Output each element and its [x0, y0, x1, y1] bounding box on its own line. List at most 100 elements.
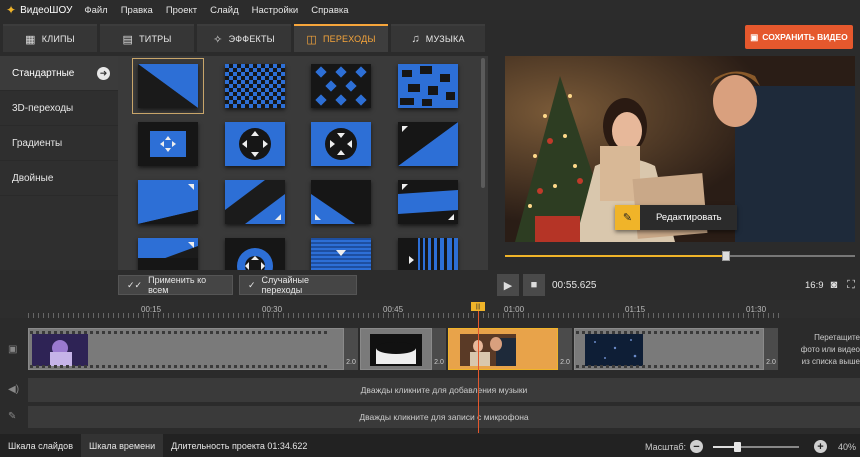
transition-thumb[interactable] — [225, 122, 285, 166]
speaker-icon: ◀) — [8, 384, 20, 395]
transition-slot[interactable]: 2.0 — [344, 328, 358, 370]
transitions-grid — [118, 56, 488, 270]
menu-edit[interactable]: Правка — [121, 5, 153, 16]
film-sprocket — [576, 365, 762, 368]
menu-project[interactable]: Проект — [166, 5, 197, 16]
pencil-icon: ✎ — [615, 205, 640, 230]
category-gradients[interactable]: Градиенты — [0, 126, 118, 161]
microphone-track[interactable]: Дважды кликните для записи с микрофона — [28, 406, 860, 428]
preview-seekbar[interactable] — [505, 251, 855, 261]
stop-icon: ■ — [530, 279, 538, 291]
mid-toolbar: ✓✓ Применить ко всем ✓ Случайные переход… — [0, 270, 860, 300]
arrow-right-icon: ➜ — [97, 66, 110, 80]
hint-line: из списка выше — [801, 357, 860, 366]
transition-thumb[interactable] — [138, 238, 198, 270]
transition-duration: 2.0 — [434, 359, 444, 366]
transition-thumb[interactable] — [132, 58, 204, 114]
category-label: Двойные — [12, 172, 54, 184]
transition-thumb[interactable] — [311, 122, 371, 166]
slides-view-button[interactable]: Шкала слайдов — [0, 434, 81, 457]
transition-thumb[interactable] — [225, 180, 285, 224]
drop-media-hint: Перетащите фото или видео из списка выше — [792, 332, 860, 368]
transition-slot[interactable]: 2.0 — [764, 328, 778, 370]
zoom-out-button[interactable]: − — [690, 440, 703, 453]
timeline-view-button[interactable]: Шкала времени — [80, 434, 164, 457]
random-transitions-button[interactable]: ✓ Случайные переходы — [239, 275, 357, 295]
clip-thumbnail — [585, 334, 643, 366]
edit-label: Редактировать — [656, 212, 722, 223]
zoom-slider-handle[interactable] — [734, 442, 742, 452]
transition-thumb[interactable] — [311, 180, 371, 224]
menu-help[interactable]: Справка — [311, 5, 348, 16]
category-3d[interactable]: 3D-переходы — [0, 91, 118, 126]
app-window: ✦ ВидеоШОУ Файл Правка Проект Слайд Наст… — [0, 0, 860, 457]
transition-thumb[interactable] — [311, 64, 371, 108]
transition-duration: 2.0 — [560, 359, 570, 366]
zoom-label: Масштаб: — [645, 442, 687, 452]
grid-scrollbar[interactable] — [481, 58, 485, 188]
transition-thumb[interactable] — [311, 238, 371, 270]
menu-file[interactable]: Файл — [84, 5, 107, 16]
music-track[interactable]: Дважды кликните для добавления музыки — [28, 378, 860, 402]
film-sprocket — [30, 331, 330, 334]
seek-handle[interactable] — [721, 251, 730, 261]
transition-thumb[interactable] — [398, 238, 458, 270]
tab-effects[interactable]: ✧ ЭФФЕКТЫ — [197, 24, 291, 52]
tab-label: ТИТРЫ — [139, 34, 172, 44]
transition-thumb[interactable] — [225, 64, 285, 108]
logo-icon: ✦ — [6, 3, 17, 17]
menu-slide[interactable]: Слайд — [210, 5, 239, 16]
apply-all-button[interactable]: ✓✓ Применить ко всем — [118, 275, 233, 295]
zoom-percent: 40% — [838, 442, 857, 452]
tab-label: МУЗЫКА — [425, 34, 465, 44]
main-tabs: ▦ КЛИПЫ ▤ ТИТРЫ ✧ ЭФФЕКТЫ ◫ ПЕРЕХОДЫ ♫ М… — [0, 24, 860, 52]
transition-icon: ◫ — [306, 33, 317, 46]
stop-button[interactable]: ■ — [523, 274, 545, 296]
transition-duration: 2.0 — [766, 359, 776, 366]
menu-bar: ✦ ВидеоШОУ Файл Правка Проект Слайд Наст… — [0, 0, 860, 20]
tab-titles[interactable]: ▤ ТИТРЫ — [100, 24, 194, 52]
apply-all-label: Применить ко всем — [148, 275, 207, 295]
transition-thumb[interactable] — [398, 122, 458, 166]
edit-button[interactable]: ✎ Редактировать — [615, 205, 737, 230]
tab-label: ЭФФЕКТЫ — [228, 34, 275, 44]
ruler-label: 01:00 — [504, 305, 525, 314]
transition-thumb[interactable] — [138, 180, 198, 224]
microphone-icon: ✎ — [8, 411, 17, 422]
mic-hint: Дважды кликните для записи с микрофона — [359, 412, 529, 422]
fullscreen-icon[interactable]: ⛶ — [843, 276, 859, 294]
menu-settings[interactable]: Настройки — [252, 5, 299, 16]
film-icon: ▦ — [25, 33, 36, 46]
music-note-icon: ♫ — [411, 33, 420, 45]
transition-thumb[interactable] — [138, 122, 198, 166]
transition-thumb[interactable] — [398, 64, 458, 108]
playhead-line — [478, 305, 479, 433]
category-double[interactable]: Двойные — [0, 161, 118, 196]
tab-clips[interactable]: ▦ КЛИПЫ — [3, 24, 97, 52]
save-video-label: СОХРАНИТЬ ВИДЕО — [762, 32, 848, 42]
music-hint: Дважды кликните для добавления музыки — [360, 385, 528, 395]
tab-label: ПЕРЕХОДЫ — [322, 34, 376, 44]
seek-progress — [505, 255, 726, 257]
transition-thumb[interactable] — [225, 238, 285, 270]
tab-music[interactable]: ♫ МУЗЫКА — [391, 24, 485, 52]
hint-line: фото или видео — [800, 345, 860, 354]
transition-slot[interactable]: 2.0 — [558, 328, 572, 370]
category-label: Градиенты — [12, 137, 63, 149]
wand-icon: ✧ — [213, 33, 223, 46]
timecode: 00:55.625 — [552, 280, 597, 291]
tab-label: КЛИПЫ — [41, 34, 75, 44]
tab-transitions[interactable]: ◫ ПЕРЕХОДЫ — [294, 24, 388, 52]
zoom-in-button[interactable]: + — [814, 440, 827, 453]
aspect-ratio[interactable]: 16:9 — [805, 280, 824, 291]
transition-thumb[interactable] — [398, 180, 458, 224]
category-standard[interactable]: Стандартные ➜ — [0, 56, 118, 91]
double-check-icon: ✓✓ — [127, 279, 143, 290]
snapshot-icon[interactable]: ◙ — [826, 276, 842, 294]
playhead-handle[interactable]: ||| — [471, 302, 485, 311]
save-video-button[interactable]: ▣ СОХРАНИТЬ ВИДЕО — [745, 25, 853, 49]
category-label: Стандартные — [12, 67, 75, 79]
play-button[interactable]: ▶ — [497, 274, 519, 296]
transition-slot[interactable]: 2.0 — [432, 328, 446, 370]
minus-icon: − — [693, 440, 700, 453]
